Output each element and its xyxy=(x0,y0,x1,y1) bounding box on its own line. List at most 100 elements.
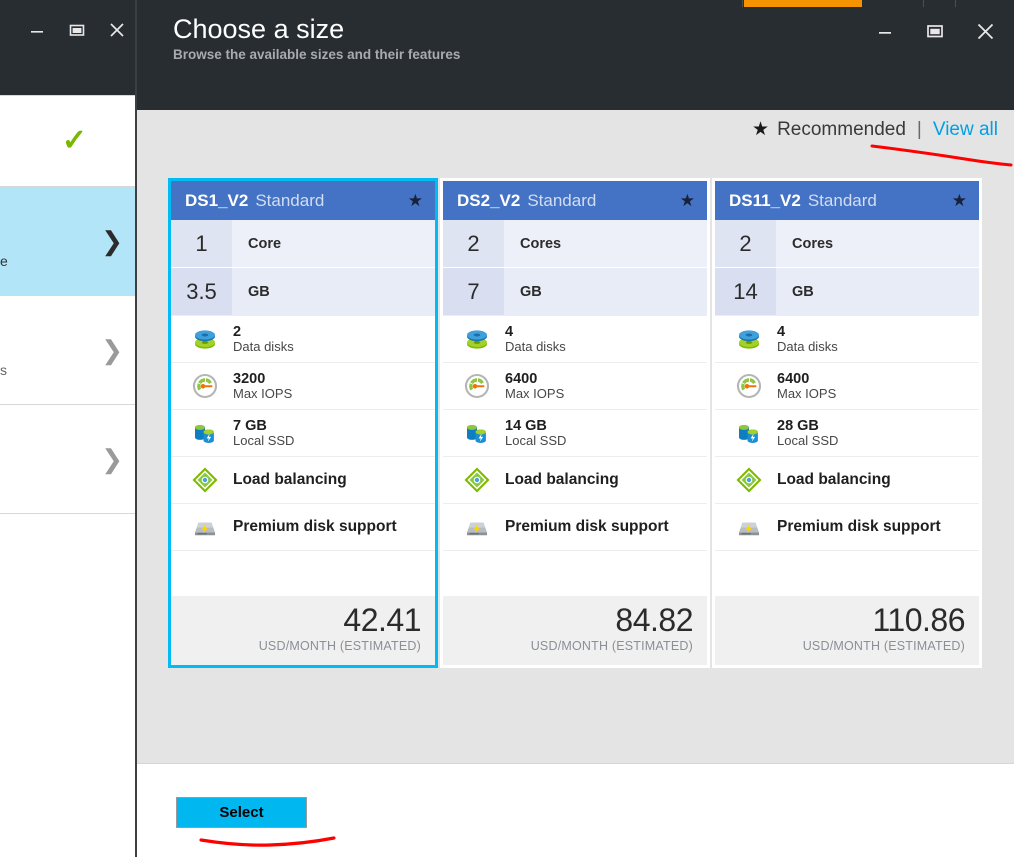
feature-row: Load balancing xyxy=(715,456,979,503)
local-ssd-icon xyxy=(183,416,227,450)
load-balancing-icon xyxy=(727,463,771,497)
close-icon[interactable] xyxy=(97,13,137,47)
select-button[interactable]: Select xyxy=(176,797,307,828)
size-card-ds1_v2[interactable]: DS1_V2 Standard ★ 1 Core 3.5 GB 2 Data disks 3200… xyxy=(168,178,438,668)
memory-value: 14 xyxy=(715,268,776,315)
feature-value: 6400 xyxy=(777,370,810,387)
chevron-right-icon: ❯ xyxy=(101,226,123,256)
background-blade: ✓ e ❯ s ❯ ❯ xyxy=(0,0,137,857)
load-balancing-icon xyxy=(183,463,227,497)
check-icon: ✓ xyxy=(61,124,87,157)
size-card-header: DS1_V2 Standard ★ xyxy=(171,181,435,220)
cores-value: 2 xyxy=(443,220,504,267)
page-subtitle: Browse the available sizes and their fea… xyxy=(173,47,461,62)
feature-label: Data disks xyxy=(505,338,566,354)
page-title: Choose a size xyxy=(173,14,345,44)
feature-value: 6400 xyxy=(505,370,538,387)
local-ssd-icon xyxy=(727,416,771,450)
feature-value: 14 GB xyxy=(505,417,547,434)
progress-tick xyxy=(742,0,743,7)
feature-text: 6400 Max IOPS xyxy=(505,371,564,402)
background-check-row: ✓ xyxy=(0,96,137,186)
filter-toolbar: ★ Recommended | View all xyxy=(752,118,998,141)
star-icon: ★ xyxy=(752,119,770,140)
cores-label: Cores xyxy=(776,220,979,267)
feature-row: 6400 Max IOPS xyxy=(443,362,707,409)
spec-row-memory: 3.5 GB xyxy=(171,268,435,315)
feature-row: 4 Data disks xyxy=(443,315,707,362)
minimize-icon[interactable] xyxy=(17,13,57,47)
feature-text: Load balancing xyxy=(233,471,347,488)
local-ssd-icon xyxy=(455,416,499,450)
size-card[interactable]: DS11_V2 Standard ★ 2 Cores 14 GB 4 Data disks 640… xyxy=(712,178,982,668)
spec-row-cores: 2 Cores xyxy=(715,220,979,267)
star-icon: ★ xyxy=(407,190,423,210)
feature-label: Local SSD xyxy=(233,432,295,448)
background-item-label: s xyxy=(0,362,7,378)
feature-row: Load balancing xyxy=(443,456,707,503)
view-all-link[interactable]: View all xyxy=(933,119,998,141)
spec-row-cores: 1 Core xyxy=(171,220,435,267)
background-item-label: e xyxy=(0,253,8,269)
divider xyxy=(0,513,137,514)
feature-text: 4 Data disks xyxy=(777,324,838,355)
minimize-icon[interactable] xyxy=(860,12,910,50)
feature-label: Data disks xyxy=(233,338,294,354)
price-block: 84.82 USD/MONTH (ESTIMATED) xyxy=(443,596,707,665)
feature-row: 2 Data disks xyxy=(171,315,435,362)
size-card-ds11_v2[interactable]: DS11_V2 Standard ★ 2 Cores 14 GB 4 Data disks 640… xyxy=(712,178,982,668)
background-blade-item-selected[interactable]: e ❯ xyxy=(0,187,137,295)
size-card[interactable]: DS2_V2 Standard ★ 2 Cores 7 GB 4 Data disks 6400 M… xyxy=(440,178,710,668)
memory-label: GB xyxy=(776,268,979,315)
feature-value: 4 xyxy=(505,323,514,340)
premium-disk-icon xyxy=(183,510,227,544)
size-card-name: DS11_V2 xyxy=(729,190,801,210)
data-disks-icon xyxy=(455,322,499,356)
restore-icon[interactable] xyxy=(910,12,960,50)
size-card-name: DS1_V2 xyxy=(185,190,249,210)
window-controls xyxy=(860,12,1010,50)
max-iops-gauge-icon xyxy=(727,369,771,403)
feature-text: 3200 Max IOPS xyxy=(233,371,292,402)
spec-row-memory: 7 GB xyxy=(443,268,707,315)
feature-row: 3200 Max IOPS xyxy=(171,362,435,409)
price-value: 110.86 xyxy=(872,602,966,638)
size-card-tier: Standard xyxy=(255,190,325,210)
spec-row-memory: 14 GB xyxy=(715,268,979,315)
feature-label: Max IOPS xyxy=(505,385,565,401)
feature-label: Data disks xyxy=(777,338,838,354)
background-blade-item[interactable]: s ❯ xyxy=(0,296,137,404)
card-spacer xyxy=(171,550,435,596)
price-unit: USD/MONTH (ESTIMATED) xyxy=(258,638,421,653)
feature-value: 7 GB xyxy=(233,417,267,434)
feature-label: Local SSD xyxy=(505,432,567,448)
price-block: 110.86 USD/MONTH (ESTIMATED) xyxy=(715,596,979,665)
size-card[interactable]: DS1_V2 Standard ★ 1 Core 3.5 GB 2 Data disks 3200… xyxy=(168,178,438,668)
cores-value: 2 xyxy=(715,220,776,267)
feature-value: 28 GB xyxy=(777,417,819,434)
size-card-ds2_v2[interactable]: DS2_V2 Standard ★ 2 Cores 7 GB 4 Data disks 6400 M… xyxy=(440,178,710,668)
max-iops-gauge-icon xyxy=(455,369,499,403)
data-disks-icon xyxy=(727,322,771,356)
memory-value: 3.5 xyxy=(171,268,232,315)
feature-row: Premium disk support xyxy=(443,503,707,550)
feature-label: Load balancing xyxy=(233,471,347,489)
blade-edge-divider xyxy=(135,0,137,857)
cores-label: Cores xyxy=(504,220,707,267)
feature-label: Load balancing xyxy=(777,471,891,489)
progress-segment-active xyxy=(744,0,862,7)
load-balancing-icon xyxy=(455,463,499,497)
feature-text: 6400 Max IOPS xyxy=(777,371,836,402)
background-blade-content: ✓ e ❯ s ❯ ❯ xyxy=(0,95,137,857)
premium-disk-icon xyxy=(455,510,499,544)
recommended-label[interactable]: Recommended xyxy=(777,119,906,141)
feature-text: Premium disk support xyxy=(777,518,941,535)
choose-a-size-dialog: Choose a size Browse the available sizes… xyxy=(137,0,1014,857)
feature-text: 4 Data disks xyxy=(505,324,566,355)
feature-text: Load balancing xyxy=(777,471,891,488)
close-icon[interactable] xyxy=(960,12,1010,50)
feature-row: 4 Data disks xyxy=(715,315,979,362)
background-blade-item[interactable]: ❯ xyxy=(0,405,137,513)
feature-text: 7 GB Local SSD xyxy=(233,418,294,449)
restore-icon[interactable] xyxy=(57,13,97,47)
